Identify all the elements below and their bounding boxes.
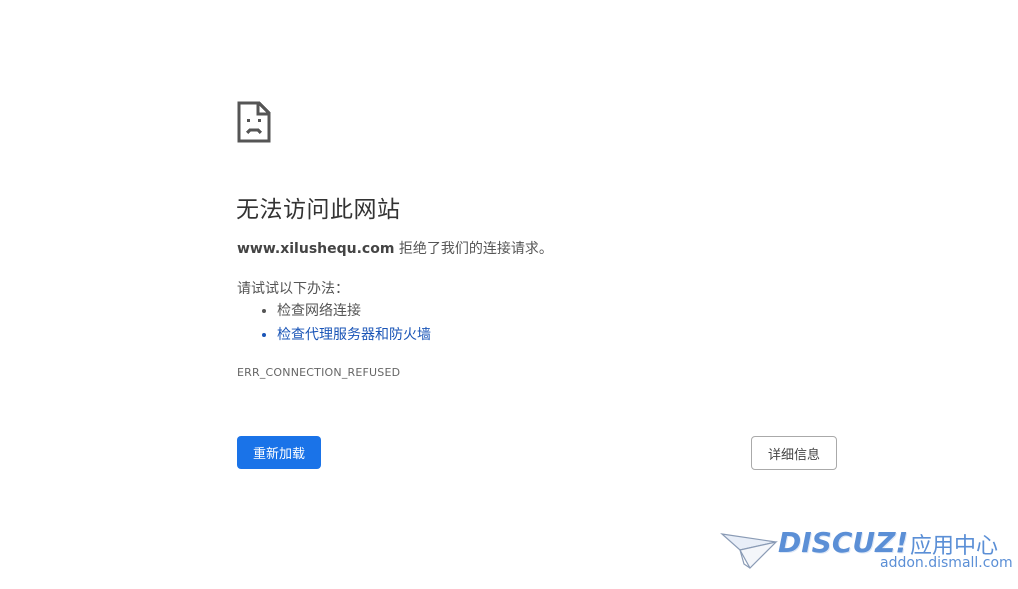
suggestion-link[interactable]: 检查代理服务器和防火墙: [277, 327, 431, 343]
suggestions-list: 检查网络连接 检查代理服务器和防火墙: [257, 300, 431, 348]
suggestions-title: 请试试以下办法：: [237, 281, 349, 297]
watermark: DISCUZ! 应用中心 addon.dismall.com: [720, 524, 1013, 574]
suggestion-check-network: 检查网络连接: [277, 300, 431, 324]
sad-page-icon: [237, 101, 271, 143]
reload-button[interactable]: 重新加载: [237, 436, 321, 469]
watermark-url: addon.dismall.com: [880, 555, 1013, 571]
error-summary: www.xilushequ.com 拒绝了我们的连接请求。: [237, 238, 553, 258]
error-summary-text: 拒绝了我们的连接请求。: [394, 241, 553, 257]
details-button[interactable]: 详细信息: [751, 436, 837, 470]
error-host: www.xilushequ.com: [237, 241, 395, 257]
suggestion-check-proxy-firewall[interactable]: 检查代理服务器和防火墙: [277, 324, 431, 348]
paper-plane-icon: [720, 533, 778, 569]
error-code: ERR_CONNECTION_REFUSED: [237, 366, 401, 379]
error-page: 无法访问此网站 www.xilushequ.com 拒绝了我们的连接请求。 请试…: [0, 0, 1018, 589]
error-heading: 无法访问此网站: [236, 197, 401, 223]
suggestion-label: 检查网络连接: [277, 303, 361, 319]
